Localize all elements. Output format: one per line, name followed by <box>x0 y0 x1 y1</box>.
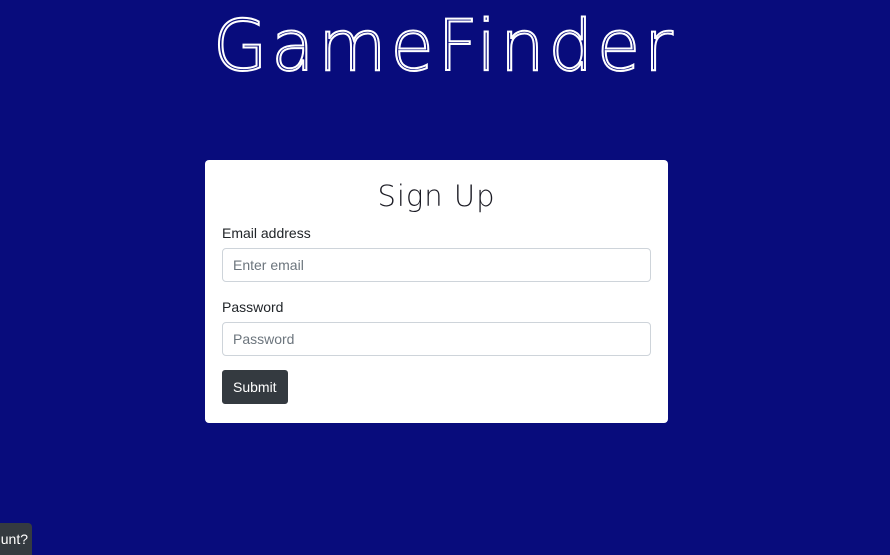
password-field[interactable] <box>222 322 651 356</box>
signup-page: GameFinder Sign Up Email address Passwor… <box>0 0 890 555</box>
email-label: Email address <box>222 225 311 241</box>
signup-card: Sign Up Email address Password Submit <box>205 160 668 423</box>
submit-button[interactable]: Submit <box>222 370 288 404</box>
card-title: Sign Up <box>377 179 496 213</box>
gamefinder-logo: GameFinder <box>212 5 677 87</box>
account-prompt-text: unt? <box>0 531 28 547</box>
account-prompt-tab[interactable]: unt? <box>0 523 32 555</box>
password-label: Password <box>222 299 284 315</box>
email-field[interactable] <box>222 248 651 282</box>
